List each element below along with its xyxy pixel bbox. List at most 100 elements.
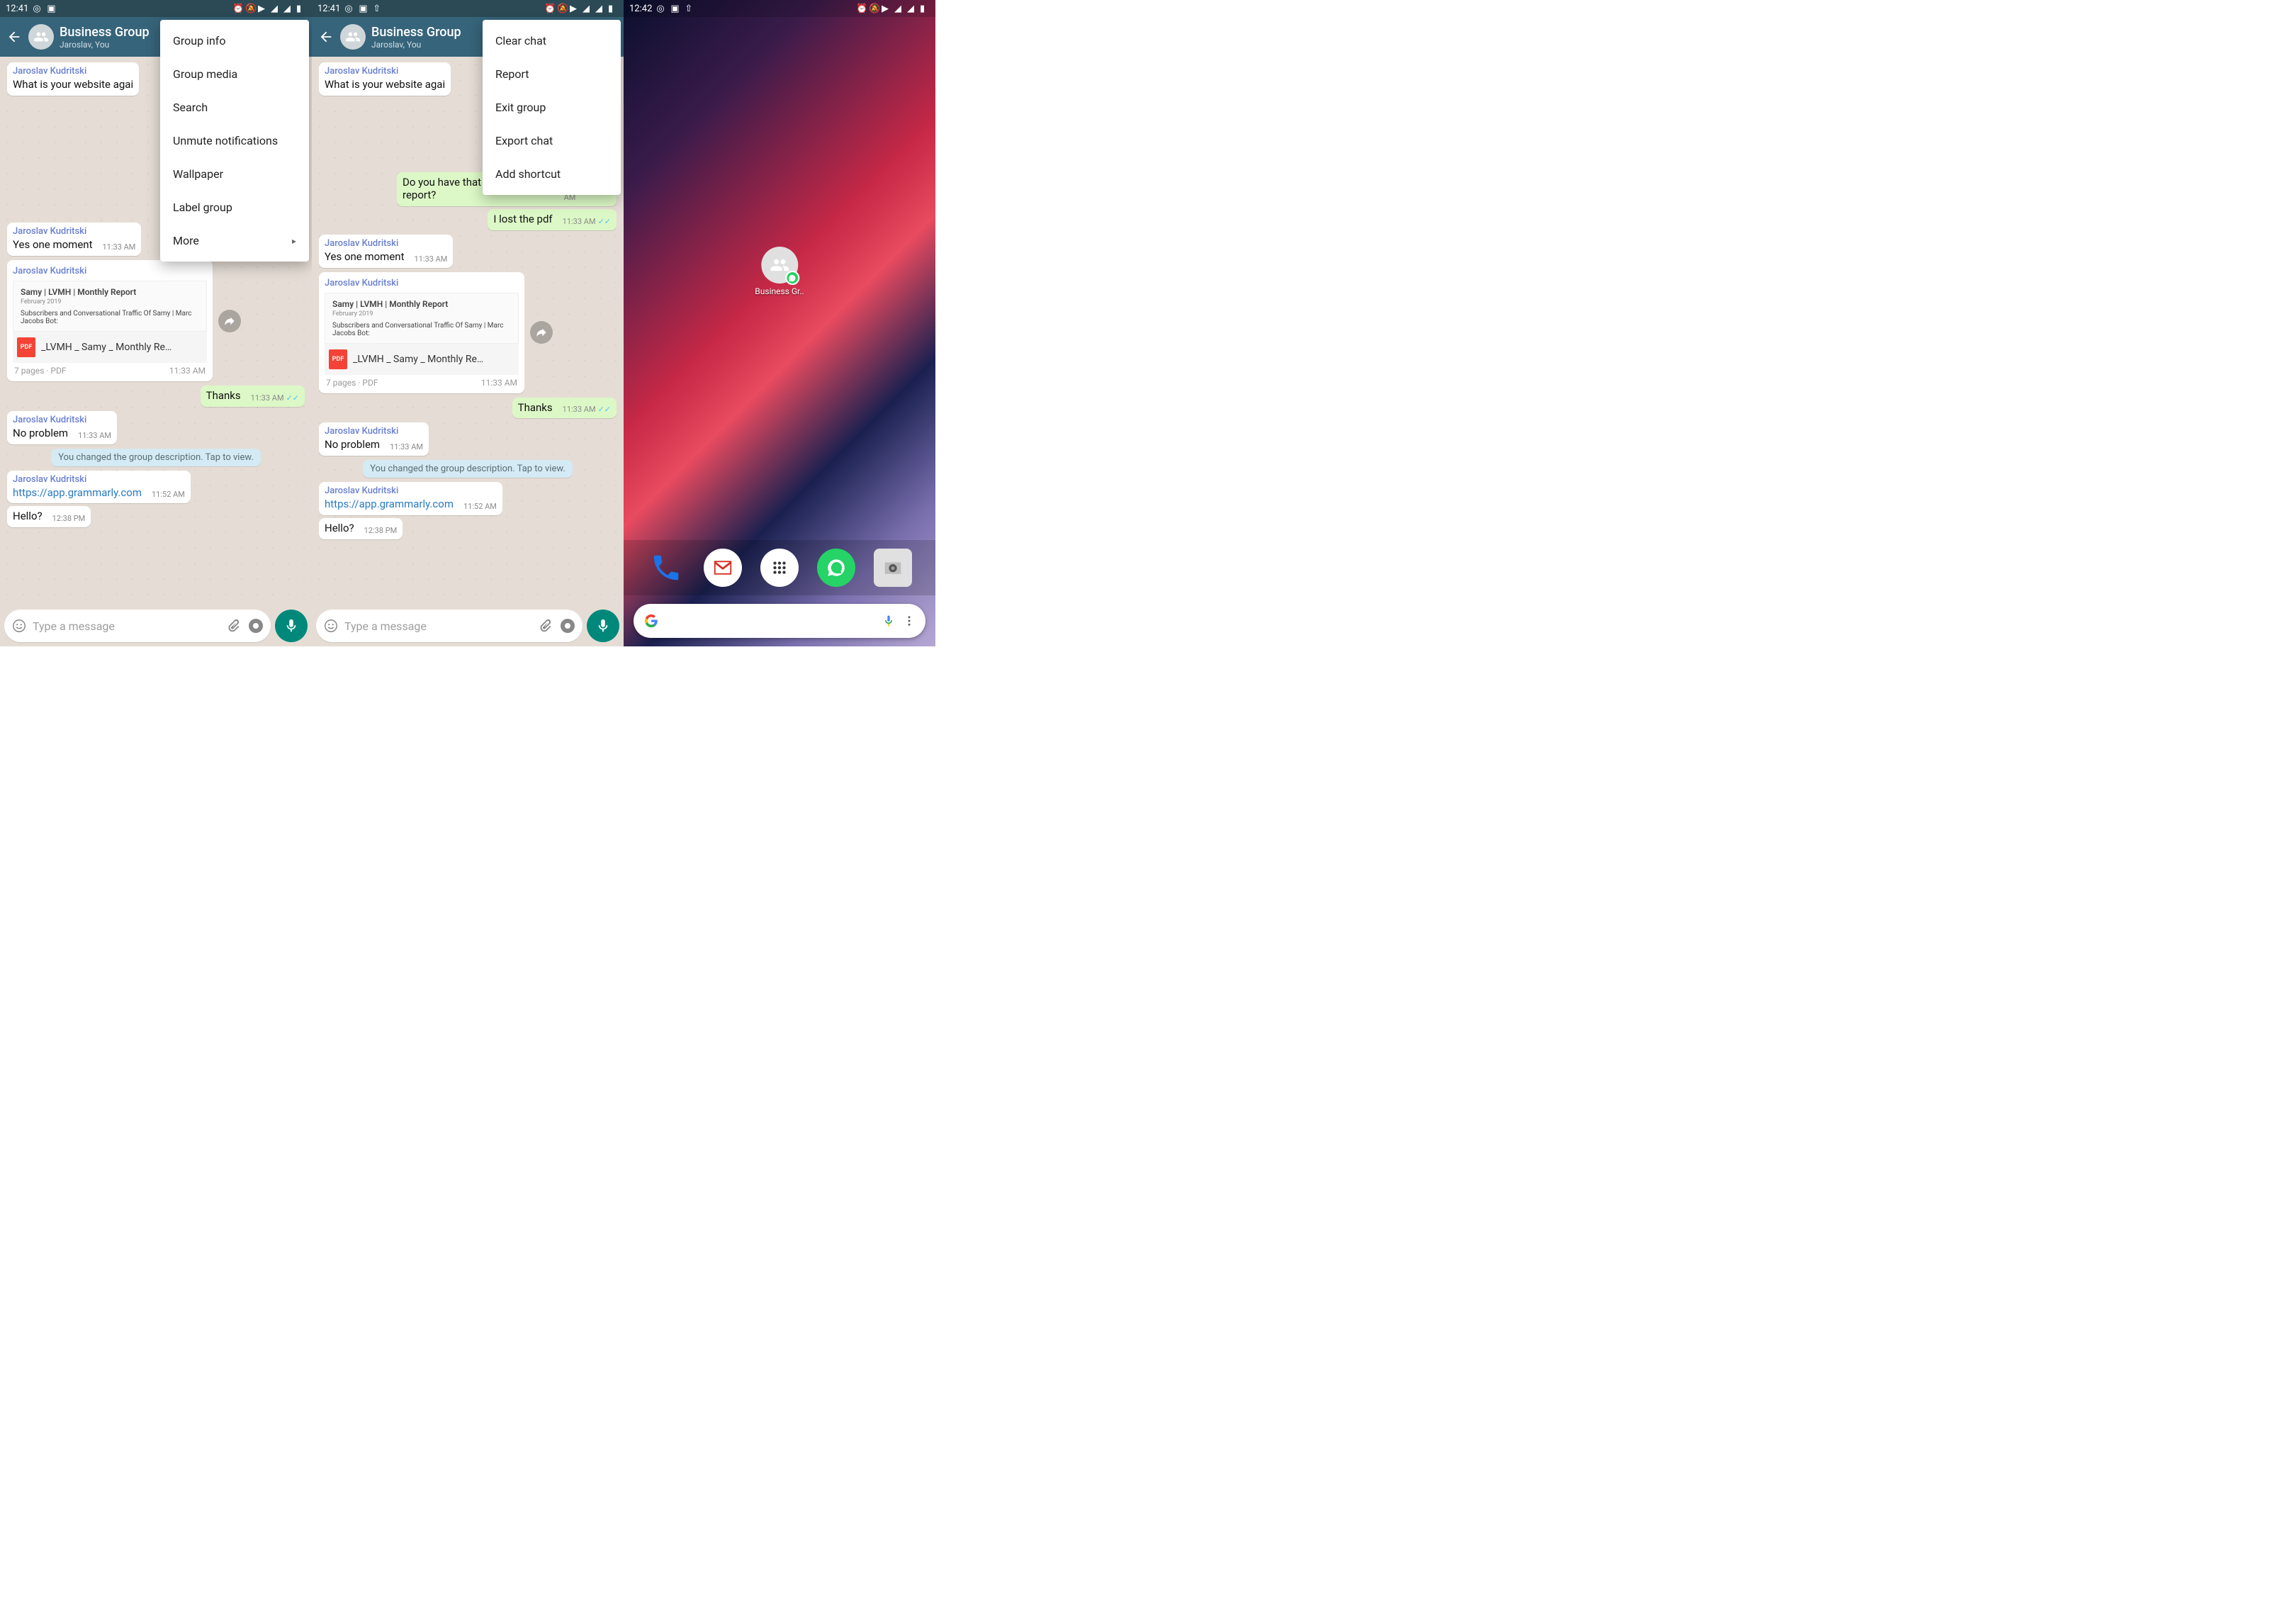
menu-item-more[interactable]: More▸	[160, 224, 309, 257]
back-button[interactable]	[317, 28, 334, 45]
alarm-icon: ⏰	[232, 4, 242, 13]
menu-item-export-chat[interactable]: Export chat	[483, 124, 621, 157]
menu-item-add-shortcut[interactable]: Add shortcut	[483, 157, 621, 191]
google-mic-icon[interactable]	[882, 614, 896, 628]
message-in[interactable]: Jaroslav Kudritski What is your website …	[319, 62, 451, 96]
arrow-left-icon	[318, 29, 334, 45]
message-time: 11:52 AM	[152, 490, 185, 499]
message-sender: Jaroslav Kudritski	[13, 66, 133, 77]
shortcut-label: Business Gr..	[755, 286, 804, 296]
message-sender: Jaroslav Kudritski	[325, 66, 445, 77]
message-text: What is your website agai	[325, 78, 445, 91]
message-out[interactable]: Thanks 11:33 AM ✓✓	[201, 386, 305, 407]
message-time: 11:33 AM	[102, 242, 135, 252]
message-in[interactable]: Jaroslav Kudritski No problem 11:33 AM	[7, 411, 117, 444]
pdf-preview: Samy | LVMH | Monthly Report February 20…	[325, 293, 519, 344]
dock-app-phone[interactable]	[647, 549, 685, 587]
paperclip-icon	[225, 618, 241, 634]
arrow-left-icon	[6, 29, 22, 45]
group-avatar[interactable]	[28, 24, 54, 50]
pdf-time: 11:33 AM	[481, 378, 517, 388]
voice-record-button[interactable]	[275, 610, 308, 642]
compass-icon: ◎	[656, 4, 666, 13]
group-avatar[interactable]	[340, 24, 366, 50]
message-sender: Jaroslav Kudritski	[325, 278, 519, 288]
gmail-icon	[712, 557, 733, 578]
menu-item-clear-chat[interactable]: Clear chat	[483, 24, 621, 57]
forward-button[interactable]	[218, 310, 241, 332]
message-in[interactable]: Jaroslav Kudritski What is your website …	[7, 62, 139, 96]
emoji-button[interactable]	[322, 617, 340, 635]
status-bar: 12:41 ◎ ▣ ⏰ 🔕 ▶ ◢ ◢ ▮	[0, 0, 312, 17]
back-button[interactable]	[6, 28, 23, 45]
message-input-pill[interactable]: Type a message	[4, 610, 271, 642]
chat-title-block[interactable]: Business Group Jaroslav, You	[60, 25, 150, 50]
message-time: 11:33 AM	[251, 393, 284, 403]
forward-button[interactable]	[530, 321, 553, 344]
pdf-attachment-card[interactable]: Jaroslav Kudritski Samy | LVMH | Monthly…	[319, 272, 524, 393]
alarm-icon: ⏰	[544, 4, 554, 13]
google-search-bar[interactable]	[634, 604, 925, 638]
menu-item-unmute[interactable]: Unmute notifications	[160, 124, 309, 157]
attach-button[interactable]	[224, 617, 242, 635]
battery-icon: ▮	[608, 4, 618, 13]
message-link[interactable]: https://app.grammarly.com	[13, 486, 142, 500]
message-sender: Jaroslav Kudritski	[13, 226, 135, 237]
message-in[interactable]: Jaroslav Kudritski Yes one moment 11:33 …	[7, 223, 141, 256]
dock-app-camera[interactable]	[874, 549, 912, 587]
chat-title-block[interactable]: Business Group Jaroslav, You	[371, 25, 461, 50]
pdf-attachment-card[interactable]: Jaroslav Kudritski Samy | LVMH | Monthly…	[7, 260, 213, 381]
message-sender: Jaroslav Kudritski	[325, 426, 423, 437]
menu-item-report[interactable]: Report	[483, 57, 621, 91]
pdf-badge-icon: PDF	[17, 337, 35, 357]
overflow-menu: Group info Group media Search Unmute not…	[160, 20, 309, 262]
attach-button[interactable]	[536, 617, 554, 635]
message-sender: Jaroslav Kudritski	[13, 474, 185, 485]
message-in[interactable]: Jaroslav Kudritski https://app.grammarly…	[7, 471, 191, 504]
phone-screenshot-3-homescreen: 12:42 ◎ ▣ ⇧ ⏰ 🔕 ▶ ◢ ◢ ▮ Business Gr..	[624, 0, 935, 646]
message-text: No problem	[325, 438, 380, 451]
signal-icon: ◢	[894, 4, 904, 13]
menu-item-group-info[interactable]: Group info	[160, 24, 309, 57]
chevron-right-icon: ▸	[292, 236, 296, 246]
system-message[interactable]: You changed the group description. Tap t…	[363, 460, 573, 478]
message-out[interactable]: Thanks 11:33 AM ✓✓	[512, 398, 617, 419]
battery-icon: ▮	[920, 4, 930, 13]
dock-app-drawer[interactable]	[760, 549, 799, 587]
system-message[interactable]: You changed the group description. Tap t…	[51, 449, 261, 466]
message-in[interactable]: Jaroslav Kudritski No problem 11:33 AM	[319, 422, 429, 456]
chat-subtitle: Jaroslav, You	[60, 40, 150, 50]
message-out[interactable]: I lost the pdf 11:33 AM ✓✓	[488, 209, 617, 230]
emoji-icon	[323, 618, 339, 634]
read-ticks-icon: ✓✓	[598, 405, 611, 414]
message-input-pill[interactable]: Type a message	[316, 610, 583, 642]
message-link[interactable]: https://app.grammarly.com	[325, 498, 454, 511]
microphone-icon	[283, 618, 299, 634]
phone-icon	[650, 551, 682, 584]
menu-item-search[interactable]: Search	[160, 91, 309, 124]
pdf-preview-desc: Subscribers and Conversational Traffic O…	[21, 310, 199, 325]
homescreen-dock	[624, 540, 935, 595]
message-time: 11:33 AM	[563, 217, 596, 226]
homescreen-shortcut[interactable]: Business Gr..	[755, 247, 804, 296]
voice-record-button[interactable]	[587, 610, 619, 642]
message-in[interactable]: Hello? 12:38 PM	[7, 506, 91, 527]
compass-icon: ◎	[33, 4, 43, 13]
more-vert-icon[interactable]	[903, 615, 916, 627]
message-in[interactable]: Jaroslav Kudritski Yes one moment 11:33 …	[319, 235, 453, 268]
message-input-placeholder: Type a message	[33, 619, 220, 633]
dock-app-gmail[interactable]	[704, 549, 742, 587]
camera-button[interactable]	[558, 617, 577, 635]
message-text: Hello?	[325, 522, 354, 535]
camera-button[interactable]	[247, 617, 265, 635]
message-in[interactable]: Hello? 12:38 PM	[319, 518, 403, 539]
message-in[interactable]: Jaroslav Kudritski https://app.grammarly…	[319, 482, 502, 515]
message-time: 11:33 AM	[414, 254, 447, 264]
emoji-button[interactable]	[10, 617, 28, 635]
menu-item-exit-group[interactable]: Exit group	[483, 91, 621, 124]
menu-item-group-media[interactable]: Group media	[160, 57, 309, 91]
menu-item-wallpaper[interactable]: Wallpaper	[160, 157, 309, 191]
dock-app-whatsapp[interactable]	[817, 549, 855, 587]
apps-grid-icon	[770, 559, 789, 577]
menu-item-label-group[interactable]: Label group	[160, 191, 309, 224]
